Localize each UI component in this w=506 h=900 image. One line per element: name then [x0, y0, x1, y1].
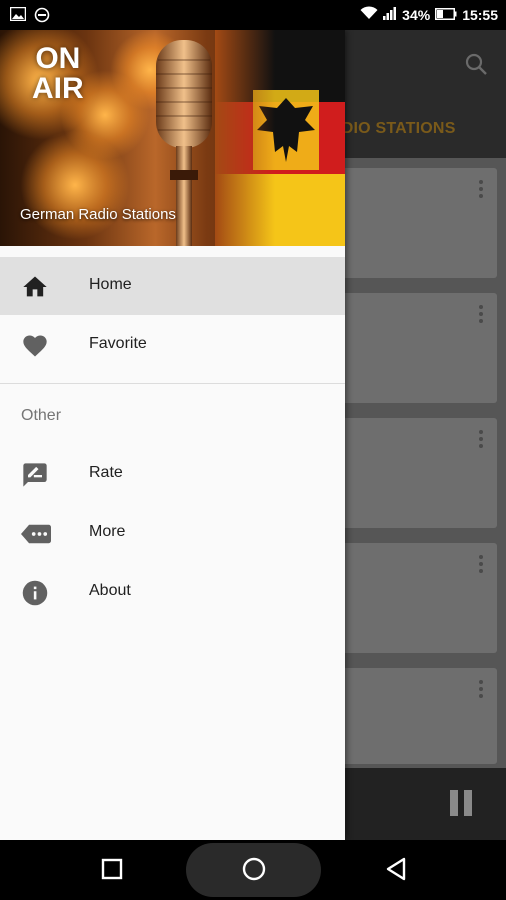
overflow-menu-icon[interactable]	[479, 180, 483, 201]
image-icon	[9, 6, 27, 28]
drawer-header: ON AIR German Radio Stations	[0, 30, 345, 246]
drawer-item-rate[interactable]: Rate	[0, 445, 345, 503]
tab-radio-stations[interactable]: ADIO STATIONS	[330, 120, 456, 138]
overflow-menu-icon[interactable]	[479, 305, 483, 326]
drawer-section-other: Other	[21, 407, 62, 424]
heart-icon	[21, 332, 49, 360]
more-icon	[21, 520, 51, 548]
drawer-divider	[0, 383, 345, 384]
drawer-item-more[interactable]: More	[0, 504, 345, 562]
back-icon[interactable]	[384, 857, 408, 886]
on-air-line-1: ON	[35, 42, 81, 75]
on-air-line-2: AIR	[32, 72, 84, 105]
drawer-item-label: Home	[89, 276, 132, 293]
status-bar: 34% 15:55	[0, 0, 506, 30]
clock: 15:55	[462, 6, 498, 23]
battery-icon	[435, 7, 457, 23]
home-icon	[21, 273, 49, 301]
drawer-item-label: More	[89, 523, 126, 540]
signal-icon	[383, 6, 397, 23]
drawer-item-home[interactable]: Home	[0, 257, 345, 315]
system-nav-bar	[0, 840, 506, 900]
wifi-icon	[360, 6, 378, 23]
navigation-drawer: ON AIR German Radio Stations Home Favori…	[0, 30, 345, 840]
rate-icon	[21, 461, 49, 489]
drawer-item-favorite[interactable]: Favorite	[0, 316, 345, 374]
home-circle-icon[interactable]	[242, 857, 266, 886]
drawer-title: German Radio Stations	[20, 206, 176, 223]
recents-icon[interactable]	[101, 858, 123, 885]
drawer-item-label: About	[89, 582, 131, 599]
overflow-menu-icon[interactable]	[479, 555, 483, 576]
overflow-menu-icon[interactable]	[479, 430, 483, 451]
on-air-badge: ON AIR	[32, 44, 84, 104]
search-icon[interactable]	[464, 52, 488, 81]
drawer-item-about[interactable]: About	[0, 563, 345, 621]
drawer-item-label: Favorite	[89, 335, 147, 352]
info-icon	[21, 579, 49, 607]
drawer-item-label: Rate	[89, 464, 123, 481]
dnd-icon	[34, 7, 50, 28]
overflow-menu-icon[interactable]	[479, 680, 483, 701]
battery-percent: 34%	[402, 6, 431, 23]
pause-icon[interactable]	[450, 790, 472, 816]
